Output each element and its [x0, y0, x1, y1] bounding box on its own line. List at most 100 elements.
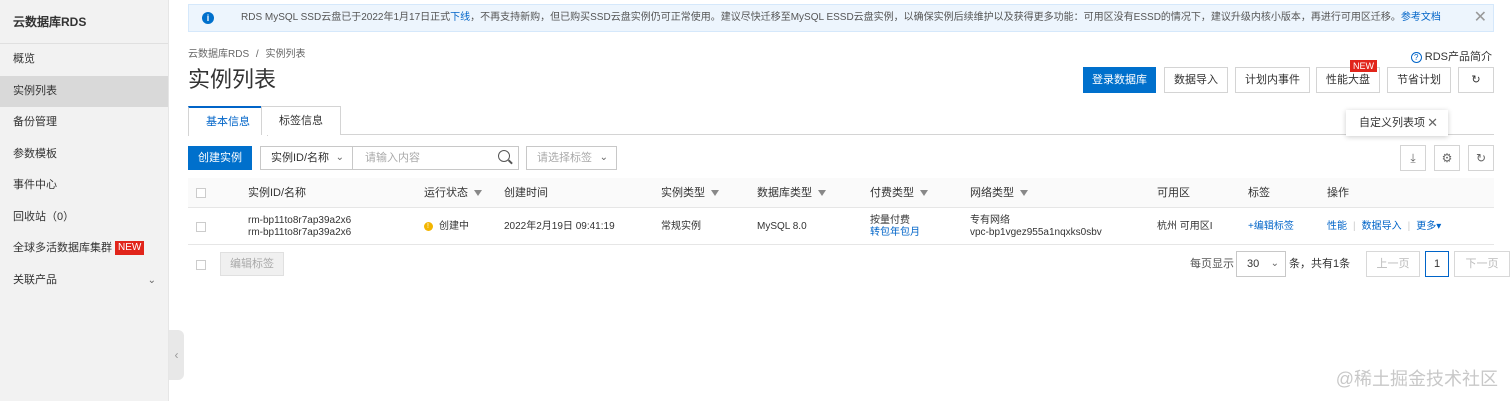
- new-badge: NEW: [115, 241, 145, 256]
- sidebar-item-related-products[interactable]: 关联产品 ⌄: [0, 265, 168, 297]
- download-button[interactable]: ⤓: [1400, 145, 1426, 171]
- saving-plan-button[interactable]: 节省计划: [1387, 67, 1451, 93]
- search-input[interactable]: 请输入内容: [353, 146, 519, 170]
- prev-page-button[interactable]: 上一页: [1366, 251, 1420, 277]
- tooltip-text: 自定义列表项: [1359, 117, 1425, 129]
- close-icon[interactable]: ✕: [1427, 110, 1438, 136]
- col-instance-id: 实例ID/名称: [248, 187, 307, 199]
- offline-link[interactable]: 下线: [450, 12, 470, 23]
- warning-icon: [424, 221, 433, 232]
- import-data-button[interactable]: 数据导入: [1164, 67, 1228, 93]
- filter-field-value: 实例ID/名称: [271, 152, 330, 164]
- new-badge: NEW: [1350, 60, 1377, 72]
- edit-tags-link[interactable]: +编辑标签: [1248, 221, 1294, 232]
- help-link-label: RDS产品简介: [1424, 51, 1492, 63]
- divider: |: [1353, 221, 1356, 232]
- sidebar-item-param-templates[interactable]: 参数模板: [0, 139, 168, 171]
- filter-icon[interactable]: [474, 190, 482, 197]
- vpc-id: vpc-bp1vgez955a1nqxks0sbv: [970, 227, 1102, 238]
- col-type[interactable]: 实例类型: [661, 178, 719, 208]
- instance-type: 常规实例: [661, 221, 701, 232]
- more-link[interactable]: 更多▾: [1416, 221, 1441, 232]
- batch-edit-tags-button[interactable]: 编辑标签: [220, 252, 284, 276]
- instance-id[interactable]: rm-bp11to8r7ap39a2x6: [248, 215, 351, 226]
- filter-icon[interactable]: [818, 190, 826, 197]
- import-link[interactable]: 数据导入: [1362, 221, 1402, 232]
- col-db-type[interactable]: 数据库类型: [757, 178, 826, 208]
- reference-doc-link[interactable]: 参考文档: [1401, 12, 1441, 23]
- more-label: 更多: [1416, 221, 1437, 232]
- sidebar-item-recycle-bin[interactable]: 回收站（0）: [0, 202, 168, 234]
- col-status[interactable]: 运行状态: [424, 178, 482, 208]
- convert-subscription-link[interactable]: 转包年包月: [870, 227, 920, 238]
- col-tags: 标签: [1248, 187, 1270, 199]
- table-refresh-button[interactable]: ↻: [1468, 145, 1494, 171]
- sidebar-item-global-cluster[interactable]: 全球多活数据库集群 NEW: [0, 233, 168, 265]
- sidebar-item-backup[interactable]: 备份管理: [0, 107, 168, 139]
- gear-icon: ⚙: [1441, 151, 1453, 165]
- caret-down-icon: ▾: [1436, 221, 1442, 232]
- col-zone: 可用区: [1157, 187, 1190, 199]
- page-size-value: 30: [1247, 258, 1260, 270]
- sidebar-item-label: 回收站（0）: [13, 210, 75, 223]
- instance-name: rm-bp11to8r7ap39a2x6: [248, 227, 352, 238]
- sidebar-item-overview[interactable]: 概览: [0, 44, 168, 76]
- sidebar-item-label: 关联产品: [13, 273, 57, 286]
- col-ops: 操作: [1327, 187, 1349, 199]
- chevron-down-icon: ⌄: [335, 152, 344, 163]
- row-checkbox[interactable]: [196, 222, 206, 232]
- instance-table: 实例ID/名称 运行状态 创建时间 实例类型 数据库类型 付费类型 网络类型 可…: [188, 178, 1494, 245]
- col-created: 创建时间: [504, 187, 548, 199]
- row-actions: 性能 | 数据导入 | 更多▾: [1327, 221, 1441, 232]
- sidebar-item-events[interactable]: 事件中心: [0, 170, 168, 202]
- perf-link[interactable]: 性能: [1327, 221, 1347, 232]
- page-1-button[interactable]: 1: [1425, 251, 1449, 277]
- create-instance-button[interactable]: 创建实例: [188, 146, 252, 170]
- filter-icon[interactable]: [711, 190, 719, 197]
- created-time: 2022年2月19日 09:41:19: [504, 221, 615, 232]
- customize-columns-tooltip: 自定义列表项 ✕: [1346, 110, 1448, 136]
- tab-basic-info[interactable]: 基本信息: [188, 106, 268, 136]
- table-footer: 编辑标签 每页显示 30 ⌄ 条，共有1条 上一页 1 下一页: [188, 250, 1510, 280]
- col-billing[interactable]: 付费类型: [870, 178, 928, 208]
- help-link[interactable]: ? RDS产品简介: [1410, 48, 1492, 64]
- status-cell: 创建中: [424, 221, 469, 232]
- breadcrumb-separator: /: [255, 49, 259, 60]
- select-all-checkbox[interactable]: [196, 260, 206, 270]
- sidebar-item-instances[interactable]: 实例列表: [0, 75, 168, 107]
- notice-banner: i RDS MySQL SSD云盘已于2022年1月17日正式下线，不再支持新购…: [188, 4, 1494, 32]
- planned-events-button[interactable]: 计划内事件: [1235, 67, 1310, 93]
- refresh-icon: ↻: [1475, 151, 1487, 165]
- per-page-label: 每页显示: [1190, 258, 1234, 270]
- question-icon: ?: [1410, 52, 1422, 63]
- select-all-checkbox[interactable]: [196, 188, 206, 198]
- page-title: 实例列表: [188, 67, 277, 92]
- notice-text-part: ，不再支持新购，但已购买SSD云盘实例仍可正常使用。建议尽快迁移至MySQL E…: [470, 12, 1401, 23]
- filter-field-select[interactable]: 实例ID/名称 ⌄: [260, 146, 353, 170]
- chevron-down-icon: ⌄: [147, 274, 156, 286]
- sidebar: 云数据库RDS 概览 实例列表 备份管理 参数模板 事件中心 回收站（0） 全球…: [0, 0, 169, 401]
- next-page-button[interactable]: 下一页: [1454, 251, 1510, 277]
- info-icon: i: [202, 12, 214, 24]
- filter-icon[interactable]: [920, 190, 928, 197]
- divider: |: [1407, 221, 1411, 232]
- refresh-button[interactable]: ↻: [1458, 67, 1494, 93]
- table-row: rm-bp11to8r7ap39a2x6 rm-bp11to8r7ap39a2x…: [188, 208, 1494, 245]
- filter-icon[interactable]: [1020, 190, 1028, 197]
- col-network[interactable]: 网络类型: [970, 178, 1028, 208]
- col-db-type-label: 数据库类型: [757, 187, 812, 199]
- breadcrumb-root[interactable]: 云数据库RDS: [188, 49, 249, 60]
- network-type: 专有网络: [970, 215, 1010, 226]
- close-icon[interactable]: ✕: [1474, 6, 1487, 30]
- settings-button[interactable]: ⚙: [1434, 145, 1460, 171]
- col-status-label: 运行状态: [424, 187, 468, 199]
- breadcrumb: 云数据库RDS / 实例列表: [188, 45, 305, 60]
- tab-tag-info[interactable]: 标签信息: [261, 106, 341, 135]
- sidebar-item-label: 备份管理: [13, 116, 57, 128]
- page-size-select[interactable]: 30 ⌄: [1236, 251, 1286, 277]
- sidebar-item-label: 概览: [13, 53, 35, 65]
- login-db-button[interactable]: 登录数据库: [1083, 67, 1156, 93]
- search-icon[interactable]: [498, 150, 510, 162]
- tag-select[interactable]: 请选择标签 ⌄: [526, 146, 617, 170]
- chevron-down-icon: ⌄: [1270, 258, 1279, 269]
